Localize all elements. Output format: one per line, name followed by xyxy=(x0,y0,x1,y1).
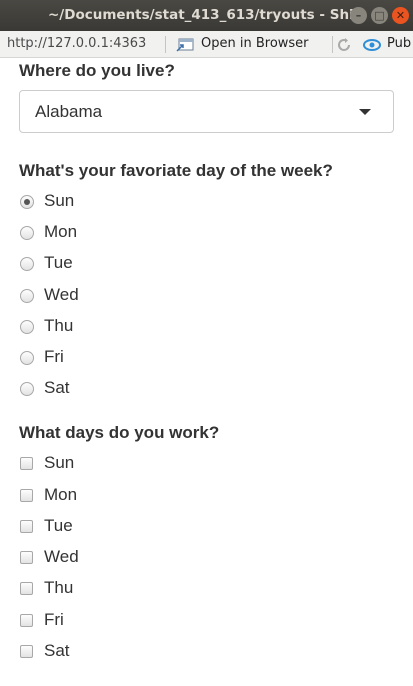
checkbox-label: Sun xyxy=(44,453,75,472)
checkbox-label: Thu xyxy=(44,578,74,597)
checkbox-label: Fri xyxy=(44,610,64,629)
radio-option-wed[interactable]: Wed xyxy=(19,285,219,307)
minimize-icon[interactable]: – xyxy=(350,7,367,24)
work-days-label: What days do you work? xyxy=(19,423,220,442)
open-in-browser-icon[interactable] xyxy=(176,38,194,52)
radio-option-mon[interactable]: Mon xyxy=(19,222,219,244)
checkbox[interactable] xyxy=(20,551,33,564)
checkbox-option-sat[interactable]: Sat xyxy=(19,641,219,663)
close-icon[interactable]: ✕ xyxy=(392,7,409,24)
radio-label: Tue xyxy=(44,253,73,272)
radio-button[interactable] xyxy=(20,382,34,396)
checkbox[interactable] xyxy=(20,457,33,470)
checkbox-label: Tue xyxy=(44,516,73,535)
checkbox-option-mon[interactable]: Mon xyxy=(19,485,219,507)
checkbox-label: Mon xyxy=(44,485,78,504)
toolbar-divider xyxy=(165,36,166,53)
checkbox[interactable] xyxy=(20,489,33,502)
checkbox[interactable] xyxy=(20,645,33,658)
publish-button[interactable]: Pub xyxy=(387,36,411,51)
state-select[interactable]: Alabama xyxy=(19,90,394,133)
state-select-label: Where do you live? xyxy=(19,61,175,80)
chevron-down-icon xyxy=(359,109,371,115)
radio-button[interactable] xyxy=(20,226,34,240)
radio-button-selected[interactable] xyxy=(20,195,34,209)
checkbox[interactable] xyxy=(20,614,33,627)
radio-option-sat[interactable]: Sat xyxy=(19,378,219,400)
maximize-icon[interactable]: □ xyxy=(371,7,388,24)
checkbox-option-wed[interactable]: Wed xyxy=(19,547,219,569)
radio-label: Thu xyxy=(44,316,74,335)
radio-option-sun[interactable]: Sun xyxy=(19,191,219,213)
checkbox-option-fri[interactable]: Fri xyxy=(19,610,219,632)
radio-button[interactable] xyxy=(20,320,34,334)
radio-label: Sat xyxy=(44,378,70,397)
radio-button[interactable] xyxy=(20,257,34,271)
radio-button[interactable] xyxy=(20,351,34,365)
toolbar-divider xyxy=(332,36,333,53)
window-title: ~/Documents/stat_413_613/tryouts - Shiny xyxy=(48,7,354,23)
open-in-browser-button[interactable]: Open in Browser xyxy=(201,36,309,51)
radio-label: Fri xyxy=(44,347,64,366)
refresh-icon[interactable] xyxy=(336,37,352,53)
radio-option-tue[interactable]: Tue xyxy=(19,253,219,275)
checkbox-option-tue[interactable]: Tue xyxy=(19,516,219,538)
publish-icon[interactable] xyxy=(362,38,382,52)
fav-day-label: What's your favoriate day of the week? xyxy=(19,161,333,180)
radio-label: Wed xyxy=(44,285,79,304)
checkbox[interactable] xyxy=(20,582,33,595)
radio-option-thu[interactable]: Thu xyxy=(19,316,219,338)
window-titlebar: ~/Documents/stat_413_613/tryouts - Shiny… xyxy=(0,0,413,31)
state-select-value: Alabama xyxy=(35,102,103,121)
radio-button[interactable] xyxy=(20,289,34,303)
checkbox-label: Sat xyxy=(44,641,70,660)
checkbox-label: Wed xyxy=(44,547,79,566)
checkbox-option-sun[interactable]: Sun xyxy=(19,453,219,475)
radio-option-fri[interactable]: Fri xyxy=(19,347,219,369)
checkbox-option-thu[interactable]: Thu xyxy=(19,578,219,600)
viewer-toolbar: http://127.0.0.1:4363 Open in Browser Pu… xyxy=(0,31,413,58)
checkbox[interactable] xyxy=(20,520,33,533)
url-field[interactable]: http://127.0.0.1:4363 xyxy=(7,36,146,51)
radio-label: Mon xyxy=(44,222,78,241)
shiny-app-content: Where do you live? Alabama What's your f… xyxy=(0,58,413,686)
radio-label: Sun xyxy=(44,191,75,210)
